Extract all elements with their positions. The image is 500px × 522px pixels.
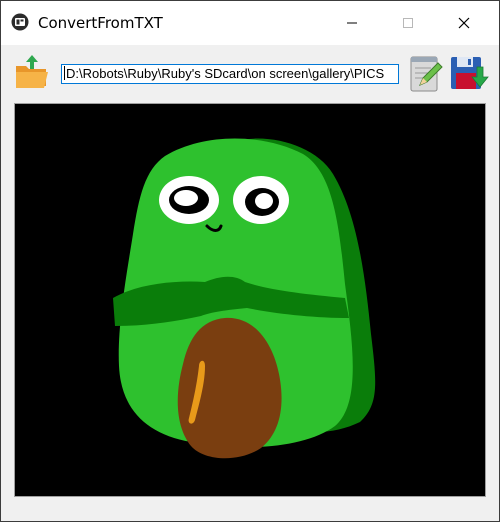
maximize-icon — [403, 18, 413, 28]
save-disk-icon — [451, 57, 489, 89]
close-icon — [458, 17, 470, 29]
file-path-text: D:\Robots\Ruby\Ruby's SDcard\on screen\g… — [66, 66, 385, 81]
app-window: ConvertFromTXT D:\Robots\Ruby\Ruby's SDc… — [0, 0, 500, 522]
edit-button[interactable] — [405, 54, 445, 94]
app-icon — [11, 13, 29, 31]
text-caret — [64, 66, 65, 80]
minimize-icon — [347, 22, 357, 24]
title-bar[interactable]: ConvertFromTXT — [1, 1, 499, 45]
avocado-drawing — [113, 138, 376, 459]
image-preview — [14, 103, 486, 497]
minimize-button[interactable] — [329, 1, 375, 45]
close-button[interactable] — [441, 1, 487, 45]
edit-notepad-icon — [410, 56, 443, 92]
file-path-input[interactable]: D:\Robots\Ruby\Ruby's SDcard\on screen\g… — [61, 64, 399, 84]
open-file-button[interactable] — [13, 52, 53, 92]
save-button[interactable] — [449, 53, 489, 93]
maximize-button[interactable] — [385, 1, 431, 45]
open-folder-icon — [16, 55, 48, 88]
window-title: ConvertFromTXT — [38, 14, 163, 32]
